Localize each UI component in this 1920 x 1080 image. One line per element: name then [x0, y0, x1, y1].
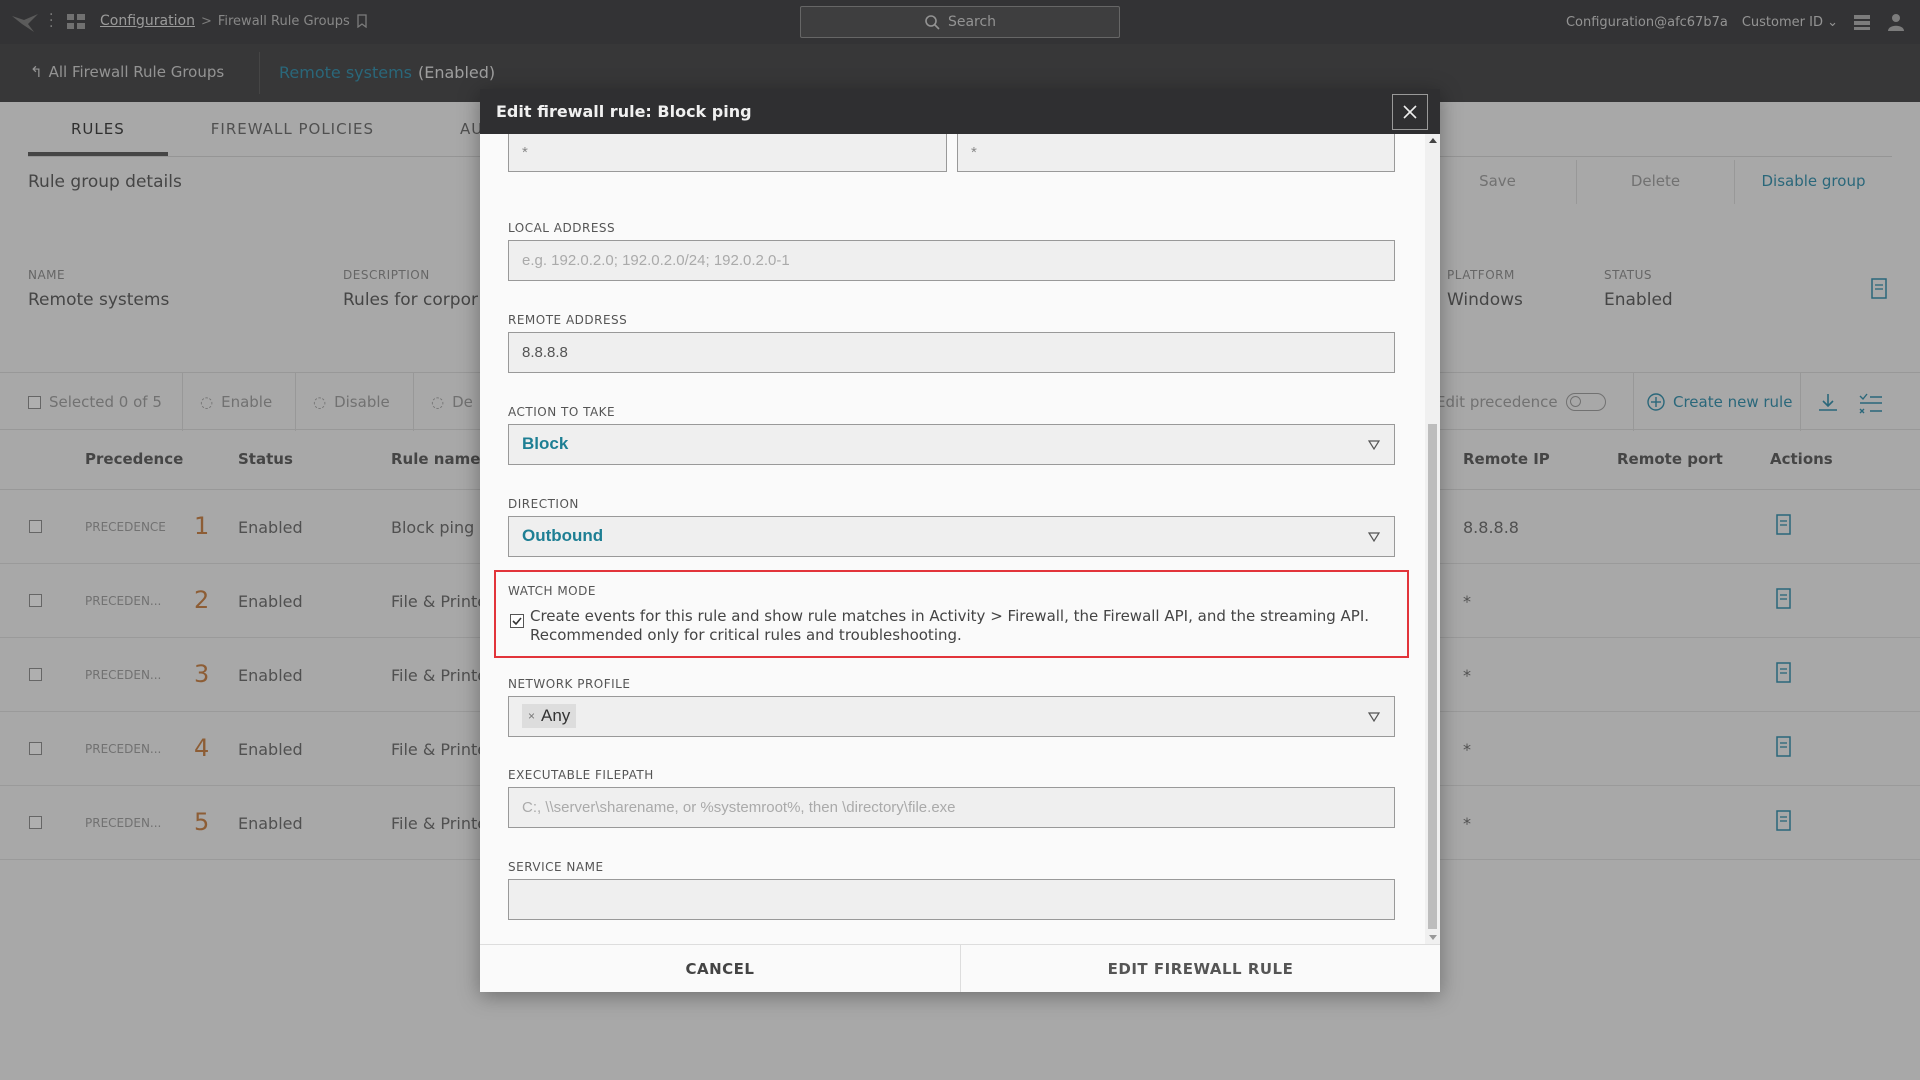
direction-selected-value: Outbound: [522, 526, 604, 545]
dialog-footer: CANCEL EDIT FIREWALL RULE: [480, 944, 1440, 992]
watch-mode-checkbox[interactable]: [510, 614, 524, 628]
service-name-label: SERVICE NAME: [508, 860, 604, 874]
edit-firewall-rule-dialog: Edit firewall rule: Block ping * * LOCAL…: [480, 89, 1440, 992]
watch-mode-description-line: Create events for this rule and show rul…: [530, 607, 1370, 625]
scroll-thumb[interactable]: [1428, 424, 1437, 929]
chip-remove-icon[interactable]: ×: [528, 709, 535, 723]
dropdown-caret-icon: [1368, 532, 1380, 542]
action-label: ACTION TO TAKE: [508, 405, 616, 419]
dialog-header: Edit firewall rule: Block ping: [480, 89, 1440, 134]
scroll-up-arrow-icon[interactable]: [1429, 138, 1437, 143]
watch-mode-description: Create events for this rule and show rul…: [530, 607, 1400, 645]
checkmark-icon: [512, 617, 522, 626]
local-address-input[interactable]: e.g. 192.0.2.0; 192.0.2.0/24; 192.0.2.0-…: [508, 240, 1395, 281]
network-profile-chip: × Any: [522, 704, 577, 728]
local-port-input[interactable]: *: [508, 134, 947, 172]
network-profile-select[interactable]: × Any: [508, 696, 1395, 737]
dialog-scrollbar[interactable]: [1425, 134, 1440, 944]
remote-port-input[interactable]: *: [957, 134, 1395, 172]
edit-firewall-rule-button[interactable]: EDIT FIREWALL RULE: [960, 945, 1440, 992]
chip-label: Any: [541, 706, 571, 725]
dialog-title: Edit firewall rule: Block ping: [496, 102, 752, 121]
scroll-down-arrow-icon[interactable]: [1429, 935, 1437, 940]
direction-select[interactable]: Outbound: [508, 516, 1395, 557]
action-selected-value: Block: [522, 434, 569, 453]
direction-label: DIRECTION: [508, 497, 579, 511]
watch-mode-section: WATCH MODE Create events for this rule a…: [494, 570, 1409, 658]
dialog-body[interactable]: * * LOCAL ADDRESS e.g. 192.0.2.0; 192.0.…: [480, 134, 1425, 944]
dropdown-caret-icon: [1368, 440, 1380, 450]
local-address-label: LOCAL ADDRESS: [508, 221, 616, 235]
cancel-button[interactable]: CANCEL: [480, 945, 960, 992]
close-icon: [1403, 105, 1417, 119]
action-select[interactable]: Block: [508, 424, 1395, 465]
service-name-input[interactable]: [508, 879, 1395, 920]
watch-mode-label: WATCH MODE: [508, 584, 596, 598]
dropdown-caret-icon: [1368, 712, 1380, 722]
network-profile-label: NETWORK PROFILE: [508, 677, 631, 691]
remote-address-input[interactable]: 8.8.8.8: [508, 332, 1395, 373]
executable-filepath-input[interactable]: C:, \\server\sharename, or %systemroot%,…: [508, 787, 1395, 828]
remote-address-label: REMOTE ADDRESS: [508, 313, 628, 327]
watch-mode-description-line: Recommended only for critical rules and …: [530, 626, 962, 644]
close-button[interactable]: [1392, 94, 1428, 130]
executable-filepath-label: EXECUTABLE FILEPATH: [508, 768, 654, 782]
